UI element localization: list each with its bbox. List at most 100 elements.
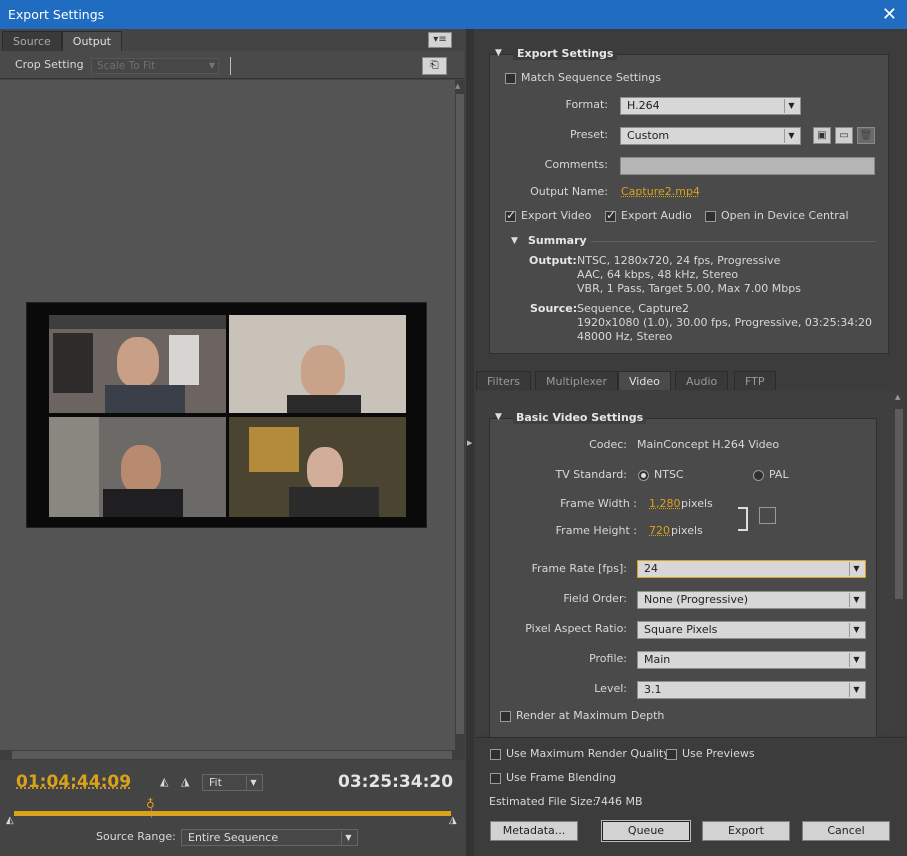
- link-bracket: [738, 507, 748, 531]
- zoom-select[interactable]: Fit ▼: [202, 774, 263, 791]
- pixel-aspect-label: Pixel Aspect Ratio:: [525, 622, 627, 635]
- import-preset-icon[interactable]: ▭: [835, 127, 853, 144]
- export-button[interactable]: Export: [702, 821, 790, 841]
- save-preset-icon[interactable]: ▣: [813, 127, 831, 144]
- settings-vscrollbar[interactable]: ▲: [894, 391, 904, 735]
- format-label: Format:: [565, 98, 608, 111]
- output-name-label: Output Name:: [530, 185, 608, 198]
- field-order-value: None (Progressive): [644, 593, 749, 606]
- queue-button[interactable]: Queue: [601, 820, 691, 842]
- summary-output-line: NTSC, 1280x720, 24 fps, Progressive: [577, 254, 781, 267]
- timeline-bar[interactable]: [14, 811, 451, 816]
- frame-width-value[interactable]: 1,280: [649, 497, 681, 510]
- comments-input[interactable]: [620, 157, 875, 175]
- footer-divider: [476, 737, 907, 738]
- tab-multiplexer[interactable]: Multiplexer: [535, 371, 618, 390]
- frame-rate-value: 24: [644, 562, 658, 575]
- level-select[interactable]: 3.1 ▼: [637, 681, 866, 699]
- frame-rate-select[interactable]: 24 ▼: [637, 560, 866, 578]
- chevron-down-icon: ▼: [341, 831, 355, 845]
- chevron-down-icon: ▼: [849, 593, 863, 607]
- out-point-marker-icon[interactable]: ◮: [449, 815, 457, 826]
- export-video-checkbox[interactable]: [505, 208, 516, 222]
- basic-video-header: Basic Video Settings: [513, 411, 647, 424]
- summary-collapse-icon[interactable]: ▼: [511, 236, 518, 246]
- export-video-label: Export Video: [521, 209, 592, 222]
- video-preview-frame: [26, 302, 427, 528]
- crop-toggle-icon[interactable]: ⎗: [422, 57, 447, 75]
- preview-vscrollbar[interactable]: ▲: [455, 80, 465, 750]
- video-tile-4: [229, 417, 406, 517]
- match-sequence-label: Match Sequence Settings: [521, 71, 661, 84]
- constrain-proportions-toggle[interactable]: [759, 507, 776, 524]
- tab-output[interactable]: Output: [61, 31, 122, 51]
- format-select[interactable]: H.264 ▼: [620, 97, 801, 115]
- tab-filters[interactable]: Filters: [476, 371, 531, 390]
- settings-tabs: Filters Multiplexer Video Audio FTP: [476, 371, 896, 391]
- chevron-down-icon: ▼: [849, 562, 863, 576]
- metadata-button[interactable]: Metadata...: [490, 821, 578, 841]
- scroll-up-icon[interactable]: ▲: [455, 82, 460, 90]
- summary-source-label: Source:: [530, 302, 578, 315]
- profile-label: Profile:: [589, 652, 627, 665]
- chevron-down-icon: ▼: [849, 623, 863, 637]
- pixel-aspect-select[interactable]: Square Pixels ▼: [637, 621, 866, 639]
- preset-label: Preset:: [569, 128, 608, 141]
- comments-label: Comments:: [544, 158, 608, 171]
- codec-label: Codec:: [589, 438, 627, 451]
- panel-splitter[interactable]: ▶: [466, 29, 474, 856]
- profile-select[interactable]: Main ▼: [637, 651, 866, 669]
- frame-width-label: Frame Width :: [560, 497, 637, 510]
- export-audio-checkbox[interactable]: [605, 208, 616, 222]
- use-previews-label: Use Previews: [682, 747, 755, 760]
- summary-source-line: Sequence, Capture2: [577, 302, 689, 315]
- set-in-point-icon[interactable]: ◭: [160, 775, 168, 788]
- level-label: Level:: [594, 682, 627, 695]
- use-previews-checkbox[interactable]: [666, 749, 677, 760]
- hscroll-thumb[interactable]: [12, 751, 452, 759]
- render-max-depth-checkbox[interactable]: [500, 711, 511, 722]
- preset-select[interactable]: Custom ▼: [620, 127, 801, 145]
- crop-setting-value: Scale To Fit: [97, 60, 156, 72]
- tab-source[interactable]: Source: [2, 31, 62, 51]
- scroll-up-icon[interactable]: ▲: [895, 393, 900, 401]
- field-order-select[interactable]: None (Progressive) ▼: [637, 591, 866, 609]
- panel-menu-icon[interactable]: ▾≡: [428, 32, 452, 48]
- source-range-select[interactable]: Entire Sequence ▼: [181, 829, 358, 846]
- frame-height-value[interactable]: 720: [649, 524, 670, 537]
- format-value: H.264: [627, 99, 660, 112]
- max-render-quality-checkbox[interactable]: [490, 749, 501, 760]
- frame-blending-label: Use Frame Blending: [506, 771, 617, 784]
- tab-audio[interactable]: Audio: [675, 371, 729, 390]
- ntsc-radio[interactable]: [638, 470, 649, 481]
- file-size-label: Estimated File Size:: [489, 795, 597, 808]
- collapse-arrow-icon[interactable]: ▶: [467, 439, 472, 447]
- collapse-triangle-icon[interactable]: ▼: [495, 48, 502, 58]
- collapse-triangle-icon[interactable]: ▼: [495, 412, 502, 422]
- summary-output-line: AAC, 64 kbps, 48 kHz, Stereo: [577, 268, 739, 281]
- match-sequence-checkbox[interactable]: [505, 73, 516, 84]
- close-icon[interactable]: ✕: [882, 0, 897, 29]
- pal-radio[interactable]: [753, 470, 764, 481]
- open-device-central-checkbox[interactable]: [705, 211, 716, 222]
- preview-hscrollbar[interactable]: [0, 750, 465, 760]
- current-timecode[interactable]: 01:04:44:09: [16, 772, 131, 792]
- cancel-button[interactable]: Cancel: [802, 821, 890, 841]
- divider: [230, 57, 231, 75]
- frame-blending-checkbox[interactable]: [490, 773, 501, 784]
- chevron-down-icon: ▼: [849, 683, 863, 697]
- tv-standard-label: TV Standard:: [555, 468, 628, 481]
- delete-preset-icon: 🗑: [857, 127, 875, 144]
- scroll-thumb[interactable]: [895, 409, 903, 599]
- video-tile-1: [49, 315, 226, 413]
- profile-value: Main: [644, 653, 671, 666]
- set-out-point-icon[interactable]: ◮: [181, 775, 189, 788]
- scroll-thumb[interactable]: [456, 94, 464, 734]
- left-tabs: Source Output: [2, 31, 122, 51]
- export-settings-header: Export Settings: [513, 47, 618, 60]
- in-point-marker-icon[interactable]: ◭: [6, 815, 14, 826]
- tab-ftp[interactable]: FTP: [734, 371, 776, 390]
- output-name-link[interactable]: Capture2.mp4: [621, 185, 700, 198]
- tab-video[interactable]: Video: [618, 371, 671, 390]
- window-title: Export Settings: [8, 7, 105, 22]
